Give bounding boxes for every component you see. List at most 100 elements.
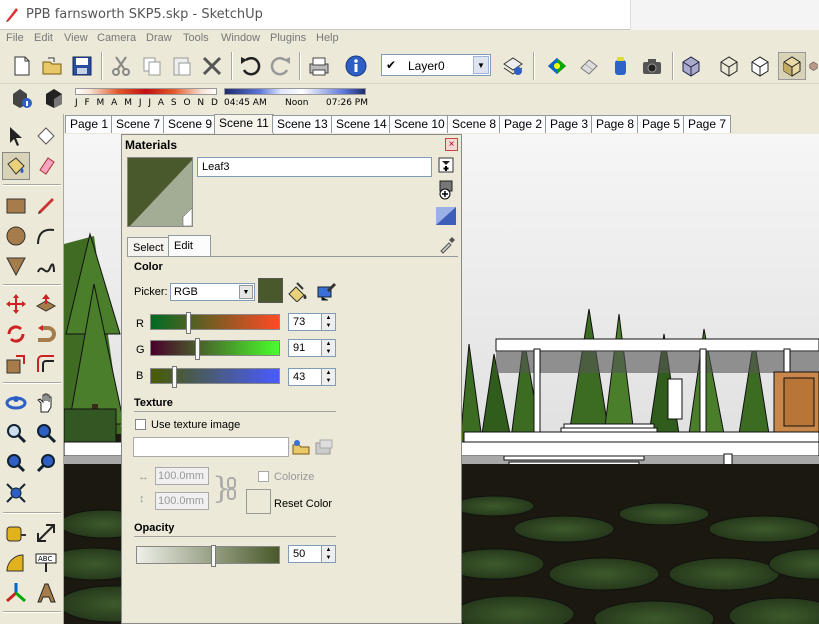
camera-icon[interactable] [638, 52, 666, 80]
opacity-value-field[interactable]: 50 ▲ ▼ [288, 545, 336, 563]
push-pull-tool-icon[interactable] [32, 290, 60, 318]
tab-scene-14[interactable]: Scene 14 [331, 115, 392, 133]
xray-style-icon[interactable] [677, 52, 705, 80]
colorize-checkbox[interactable] [258, 471, 269, 482]
zoom-extents-icon[interactable] [2, 479, 30, 507]
display-shadows-icon[interactable] [40, 84, 68, 112]
texture-path-field[interactable] [133, 437, 289, 457]
hidden-line-style-icon[interactable] [746, 52, 774, 80]
match-screen-color-icon[interactable] [315, 280, 337, 302]
redo-icon[interactable] [267, 52, 295, 80]
text-tool-icon[interactable]: ABC [32, 549, 60, 577]
zoom-tool-icon[interactable] [2, 419, 30, 447]
time-slider[interactable]: 04:45 AM Noon 07:26 PM [224, 88, 368, 108]
component-icon[interactable] [543, 52, 571, 80]
lock-aspect-icon[interactable] [226, 476, 238, 502]
browse-texture-icon[interactable] [292, 438, 310, 456]
menu-view[interactable]: View [64, 32, 88, 44]
r-slider[interactable] [150, 312, 280, 334]
previous-view-icon[interactable] [2, 449, 30, 477]
r-spinner[interactable]: ▲ ▼ [321, 314, 335, 330]
protractor-icon[interactable] [2, 549, 30, 577]
polygon-tool-icon[interactable] [2, 252, 30, 280]
undo-icon[interactable] [236, 52, 264, 80]
make-component-icon[interactable] [32, 122, 60, 150]
rotate-tool-icon[interactable] [2, 320, 30, 348]
menu-camera[interactable]: Camera [97, 32, 136, 44]
print-icon[interactable] [305, 52, 333, 80]
eraser-tool-icon[interactable] [32, 152, 60, 180]
default-material-icon[interactable] [436, 207, 456, 225]
shadow-settings-icon[interactable] [8, 84, 36, 112]
close-icon[interactable]: × [445, 138, 458, 151]
rectangle-tool-icon[interactable] [2, 192, 30, 220]
chevron-down-icon[interactable]: ▼ [473, 56, 489, 74]
tab-select[interactable]: Select [127, 237, 170, 257]
current-color-chip[interactable] [258, 278, 283, 303]
b-slider-knob[interactable] [172, 366, 177, 388]
r-slider-knob[interactable] [186, 312, 191, 334]
reset-color-swatch[interactable] [246, 489, 271, 514]
material-name-field[interactable]: Leaf3 [197, 157, 432, 177]
match-model-color-icon[interactable] [287, 280, 309, 303]
tab-scene-10[interactable]: Scene 10 [389, 115, 450, 133]
add-to-model-icon[interactable] [438, 180, 454, 200]
circle-tool-icon[interactable] [2, 222, 30, 250]
tab-page-3[interactable]: Page 3 [545, 115, 594, 133]
tab-page-1[interactable]: Page 1 [65, 115, 114, 133]
save-icon[interactable] [68, 52, 96, 80]
edit-texture-icon[interactable] [314, 438, 334, 456]
create-material-icon[interactable] [438, 157, 454, 173]
g-spinner[interactable]: ▲ ▼ [321, 340, 335, 356]
tape-measure-icon[interactable] [2, 519, 30, 547]
freehand-tool-icon[interactable] [32, 252, 60, 280]
textured-style-icon[interactable] [808, 52, 819, 80]
move-tool-icon[interactable] [2, 290, 30, 318]
texture-height-field[interactable]: 100.0mm [155, 492, 209, 510]
menu-file[interactable]: File [6, 32, 24, 44]
g-slider-knob[interactable] [195, 338, 200, 360]
new-file-icon[interactable] [8, 52, 36, 80]
layer-dropdown[interactable]: ✔ Layer0 ▼ [381, 54, 491, 76]
texture-width-field[interactable]: 100.0mm [155, 467, 209, 485]
opacity-slider-knob[interactable] [211, 545, 216, 567]
paint-bucket-icon[interactable] [607, 52, 635, 80]
r-value-field[interactable]: 73 ▲ ▼ [288, 313, 336, 331]
tab-page-7[interactable]: Page 7 [683, 115, 732, 133]
tab-page-2[interactable]: Page 2 [499, 115, 548, 133]
paint-bucket-tool-icon[interactable] [2, 152, 30, 180]
b-value-field[interactable]: 43 ▲ ▼ [288, 368, 336, 386]
menu-plugins[interactable]: Plugins [270, 32, 306, 44]
picker-dropdown[interactable]: RGB ▼ [170, 283, 255, 301]
tab-scene-7[interactable]: Scene 7 [111, 115, 166, 133]
menu-edit[interactable]: Edit [34, 32, 53, 44]
zoom-window-icon[interactable] [32, 419, 60, 447]
follow-me-tool-icon[interactable] [32, 320, 60, 348]
scale-tool-icon[interactable] [2, 350, 30, 378]
erase-icon[interactable] [198, 52, 226, 80]
offset-tool-icon[interactable] [32, 350, 60, 378]
select-arrow-icon[interactable] [2, 122, 30, 150]
dimension-tool-icon[interactable] [32, 519, 60, 547]
model-info-icon[interactable] [342, 52, 370, 80]
copy-icon[interactable] [138, 52, 166, 80]
orbit-tool-icon[interactable] [2, 389, 30, 417]
chevron-down-icon[interactable]: ▼ [239, 285, 253, 299]
tab-scene-8[interactable]: Scene 8 [447, 115, 502, 133]
paste-icon[interactable] [168, 52, 196, 80]
menu-draw[interactable]: Draw [146, 32, 172, 44]
material-icon[interactable] [575, 52, 603, 80]
menu-tools[interactable]: Tools [183, 32, 209, 44]
next-view-icon[interactable] [32, 449, 60, 477]
tab-edit[interactable]: Edit [168, 235, 211, 257]
b-spinner[interactable]: ▲ ▼ [321, 369, 335, 385]
menu-help[interactable]: Help [316, 32, 339, 44]
tab-page-8[interactable]: Page 8 [591, 115, 640, 133]
shaded-style-icon[interactable] [778, 52, 806, 80]
tab-page-5[interactable]: Page 5 [637, 115, 686, 133]
tab-scene-9[interactable]: Scene 9 [163, 115, 218, 133]
reset-color-label[interactable]: Reset Color [274, 498, 332, 510]
use-texture-checkbox[interactable] [135, 419, 146, 430]
open-file-icon[interactable] [38, 52, 66, 80]
tab-scene-11[interactable]: Scene 11 [214, 114, 274, 134]
